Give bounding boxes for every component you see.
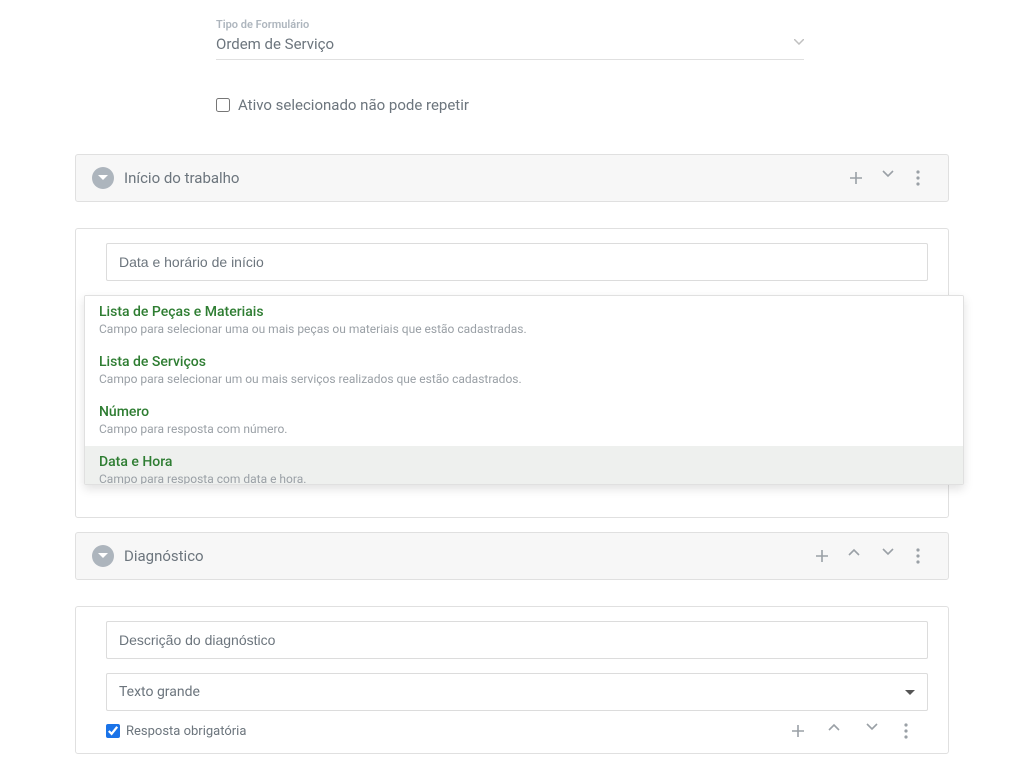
dropdown-option[interactable]: Número Campo para resposta com número. — [85, 396, 963, 446]
dropdown-option[interactable]: Data e Hora Campo para resposta com data… — [85, 446, 963, 485]
section-title: Início do trabalho — [124, 169, 838, 187]
field-card-diagnostico: Texto grande Resposta obrigatória — [75, 606, 949, 754]
section-actions — [848, 170, 932, 186]
chevron-down-icon[interactable] — [866, 723, 882, 739]
collapse-circle-icon[interactable] — [92, 545, 114, 567]
field-row-actions: Resposta obrigatória — [106, 723, 928, 739]
plus-icon[interactable] — [790, 723, 806, 739]
asset-repeat-checkbox[interactable] — [216, 98, 230, 112]
kebab-menu-icon[interactable] — [916, 170, 932, 186]
form-type-label: Tipo de Formulário — [216, 18, 804, 31]
form-type-select[interactable]: Ordem de Serviço — [216, 31, 804, 60]
form-type-field: Tipo de Formulário Ordem de Serviço — [216, 0, 804, 60]
required-checkbox-row[interactable]: Resposta obrigatória — [106, 724, 246, 739]
form-type-value: Ordem de Serviço — [216, 35, 334, 53]
chevron-down-icon — [794, 39, 804, 49]
dropdown-option[interactable]: Lista de Peças e Materiais Campo para se… — [85, 296, 963, 346]
kebab-menu-icon[interactable] — [904, 723, 920, 739]
dropdown-option[interactable]: Lista de Serviços Campo para selecionar … — [85, 346, 963, 396]
dropdown-option-desc: Campo para selecionar um ou mais serviço… — [99, 372, 949, 386]
chevron-down-icon[interactable] — [882, 548, 898, 564]
section-actions — [814, 548, 932, 564]
section-header: Início do trabalho — [76, 155, 948, 201]
chevron-up-icon[interactable] — [828, 723, 844, 739]
kebab-menu-icon[interactable] — [916, 548, 932, 564]
collapse-circle-icon[interactable] — [92, 167, 114, 189]
section-diagnostico: Diagnóstico — [75, 532, 949, 580]
asset-repeat-checkbox-row[interactable]: Ativo selecionado não pode repetir — [216, 96, 1014, 114]
plus-icon[interactable] — [814, 548, 830, 564]
chevron-up-icon[interactable] — [848, 548, 864, 564]
plus-icon[interactable] — [848, 170, 864, 186]
dropdown-option-desc: Campo para selecionar uma ou mais peças … — [99, 322, 949, 336]
field-type-select[interactable]: Texto grande — [106, 673, 928, 711]
dropdown-option-title: Lista de Peças e Materiais — [99, 304, 949, 320]
dropdown-option-desc: Campo para resposta com data e hora. — [99, 472, 949, 485]
field-name-input[interactable] — [106, 243, 928, 281]
dropdown-option-desc: Campo para resposta com número. — [99, 422, 949, 436]
section-header: Diagnóstico — [76, 533, 948, 579]
field-card-data-inicio: Data e Hora Lista de Peças e Materiais C… — [75, 228, 949, 518]
dropdown-option-title: Lista de Serviços — [99, 354, 949, 370]
field-type-selected: Texto grande — [119, 684, 200, 700]
field-type-dropdown[interactable]: Lista de Peças e Materiais Campo para se… — [84, 295, 964, 485]
field-name-input[interactable] — [106, 621, 928, 659]
section-inicio-trabalho: Início do trabalho — [75, 154, 949, 202]
section-title: Diagnóstico — [124, 547, 804, 565]
required-checkbox[interactable] — [106, 724, 120, 738]
dropdown-option-title: Data e Hora — [99, 454, 949, 470]
chevron-down-icon[interactable] — [882, 170, 898, 186]
required-label: Resposta obrigatória — [126, 724, 246, 739]
caret-down-icon — [905, 690, 915, 695]
asset-repeat-label: Ativo selecionado não pode repetir — [238, 96, 469, 114]
dropdown-option-title: Número — [99, 404, 949, 420]
